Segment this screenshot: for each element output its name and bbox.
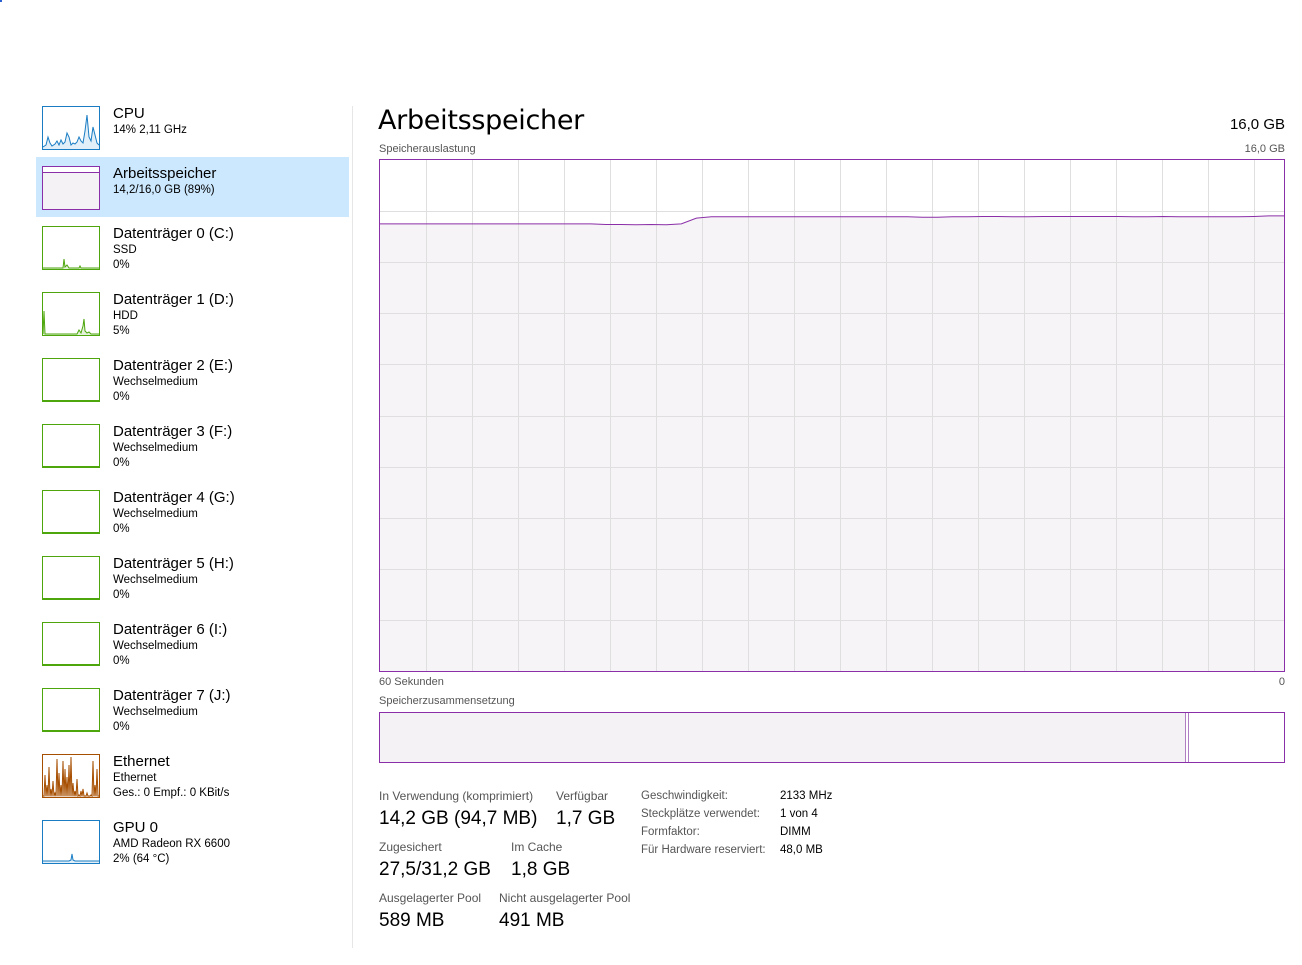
disk-graph-icon (42, 292, 100, 336)
sidebar-item-title: CPU (113, 105, 145, 122)
sidebar-item-title: Datenträger 2 (E:) (113, 357, 234, 374)
time-now-label: 0 (1278, 676, 1285, 688)
sidebar-item-disk-6[interactable]: Datenträger 6 (I:) Wechselmedium 0% (36, 619, 349, 679)
sidebar-item-type: Wechselmedium (113, 574, 198, 586)
sidebar-item-usage: 0% (113, 523, 130, 535)
sidebar-item-title: Datenträger 1 (D:) (113, 291, 234, 308)
sidebar-item-memory[interactable]: Arbeitsspeicher 14,2/16,0 GB (89%) (36, 157, 349, 217)
sidebar-item-type: HDD (113, 310, 138, 322)
sidebar-item-disk-2[interactable]: Datenträger 2 (E:) Wechselmedium 0% (36, 355, 349, 415)
sparkline-line (43, 853, 99, 862)
sparkline-line (43, 258, 99, 269)
usage-chart-max: 16,0 GB (1244, 143, 1285, 155)
sidebar-item-usage: 5% (113, 325, 130, 337)
committed-value: 27,5/31,2 GB (379, 859, 491, 880)
composition-modified (1186, 713, 1189, 762)
sparkline-line (43, 310, 99, 335)
slots-value: 1 von 4 (780, 808, 818, 820)
nonpaged-pool-value: 491 MB (499, 910, 565, 931)
sidebar-item-usage: 0% (113, 721, 130, 733)
sidebar-item-throughput: Ges.: 0 Empf.: 0 KBit/s (113, 787, 230, 799)
disk-graph-icon (42, 226, 100, 270)
sidebar-item-usage: 0% (113, 589, 130, 601)
in-use-label: In Verwendung (komprimiert) (379, 789, 534, 803)
disk-graph-icon (42, 358, 100, 402)
sidebar-item-usage: 2% (64 °C) (113, 853, 170, 865)
paged-pool-value: 589 MB (379, 910, 445, 931)
sidebar-item-adapter: Ethernet (113, 772, 157, 784)
paged-pool-label: Ausgelagerter Pool (379, 891, 482, 905)
composition-label: Speicherzusammensetzung (379, 695, 515, 707)
disk-graph-icon (42, 556, 100, 600)
committed-label: Zugesichert (379, 840, 442, 854)
pane-divider[interactable] (352, 106, 353, 948)
form-factor-label: Formfaktor: (641, 826, 700, 838)
sidebar-item-model: AMD Radeon RX 6600 (113, 838, 230, 850)
sidebar-item-disk-1[interactable]: Datenträger 1 (D:) HDD 5% (36, 289, 349, 349)
disk-graph-icon (42, 688, 100, 732)
sidebar-item-gpu-0[interactable]: GPU 0 AMD Radeon RX 6600 2% (64 °C) (36, 817, 349, 877)
sidebar-item-disk-3[interactable]: Datenträger 3 (F:) Wechselmedium 0% (36, 421, 349, 481)
sparkline-area (43, 172, 99, 209)
sidebar-item-cpu[interactable]: CPU 14% 2,11 GHz (36, 97, 349, 157)
sidebar-item-title: Datenträger 7 (J:) (113, 687, 231, 704)
disk-graph-icon (42, 424, 100, 468)
memory-usage-chart (379, 159, 1285, 672)
hardware-reserved-value: 48,0 MB (780, 844, 823, 856)
available-label: Verfügbar (556, 789, 609, 803)
speed-value: 2133 MHz (780, 790, 833, 802)
time-range-label: 60 Sekunden (379, 676, 444, 688)
sidebar-item-title: Datenträger 6 (I:) (113, 621, 228, 638)
sidebar-item-usage: 0% (113, 391, 130, 403)
composition-in-use (380, 713, 1186, 762)
sidebar-item-title: Ethernet (113, 753, 170, 770)
sidebar-item-disk-7[interactable]: Datenträger 7 (J:) Wechselmedium 0% (36, 685, 349, 745)
page-title: Arbeitsspeicher (378, 105, 584, 136)
sidebar-item-title: GPU 0 (113, 819, 159, 836)
form-factor-value: DIMM (780, 826, 811, 838)
sidebar-item-type: Wechselmedium (113, 508, 198, 520)
sidebar-item-title: Datenträger 5 (H:) (113, 555, 234, 572)
in-use-value: 14,2 GB (94,7 MB) (379, 808, 538, 829)
hardware-reserved-label: Für Hardware reserviert: (641, 844, 766, 856)
cpu-graph-icon (42, 106, 100, 150)
memory-usage-area (380, 215, 1284, 671)
sidebar-item-usage: 0% (113, 655, 130, 667)
sidebar-item-usage: 0% (113, 457, 130, 469)
sidebar-item-type: Wechselmedium (113, 640, 198, 652)
sidebar-item-ethernet[interactable]: Ethernet Ethernet Ges.: 0 Empf.: 0 KBit/… (36, 751, 349, 811)
corner-marker (0, 0, 2, 2)
sidebar-item-detail: 14,2/16,0 GB (89%) (113, 184, 215, 196)
disk-graph-icon (42, 490, 100, 534)
gpu-graph-icon (42, 820, 100, 864)
cached-value: 1,8 GB (511, 859, 571, 880)
sidebar-item-detail: 14% 2,11 GHz (113, 124, 187, 136)
memory-graph-icon (42, 166, 100, 210)
sidebar-item-usage: 0% (113, 259, 130, 271)
speed-label: Geschwindigkeit: (641, 790, 728, 802)
sidebar-item-title: Arbeitsspeicher (113, 165, 217, 182)
sidebar-item-title: Datenträger 4 (G:) (113, 489, 235, 506)
usage-chart-label: Speicherauslastung (379, 143, 476, 155)
sidebar-item-title: Datenträger 0 (C:) (113, 225, 234, 242)
sidebar-item-disk-4[interactable]: Datenträger 4 (G:) Wechselmedium 0% (36, 487, 349, 547)
memory-usage-plot (380, 160, 1284, 671)
sidebar-item-title: Datenträger 3 (F:) (113, 423, 233, 440)
sidebar-item-disk-5[interactable]: Datenträger 5 (H:) Wechselmedium 0% (36, 553, 349, 613)
sidebar-item-type: Wechselmedium (113, 442, 198, 454)
ethernet-graph-icon (42, 754, 100, 798)
sidebar-item-disk-0[interactable]: Datenträger 0 (C:) SSD 0% (36, 223, 349, 283)
sidebar-item-type: SSD (113, 244, 137, 256)
sparkline-area (43, 311, 99, 335)
total-memory: 16,0 GB (1229, 116, 1285, 133)
disk-graph-icon (42, 622, 100, 666)
cached-label: Im Cache (511, 840, 563, 854)
sidebar-item-type: Wechselmedium (113, 706, 198, 718)
sidebar-item-type: Wechselmedium (113, 376, 198, 388)
slots-label: Steckplätze verwendet: (641, 808, 760, 820)
available-value: 1,7 GB (556, 808, 616, 829)
nonpaged-pool-label: Nicht ausgelagerter Pool (499, 891, 631, 905)
memory-composition-bar[interactable] (379, 712, 1285, 763)
